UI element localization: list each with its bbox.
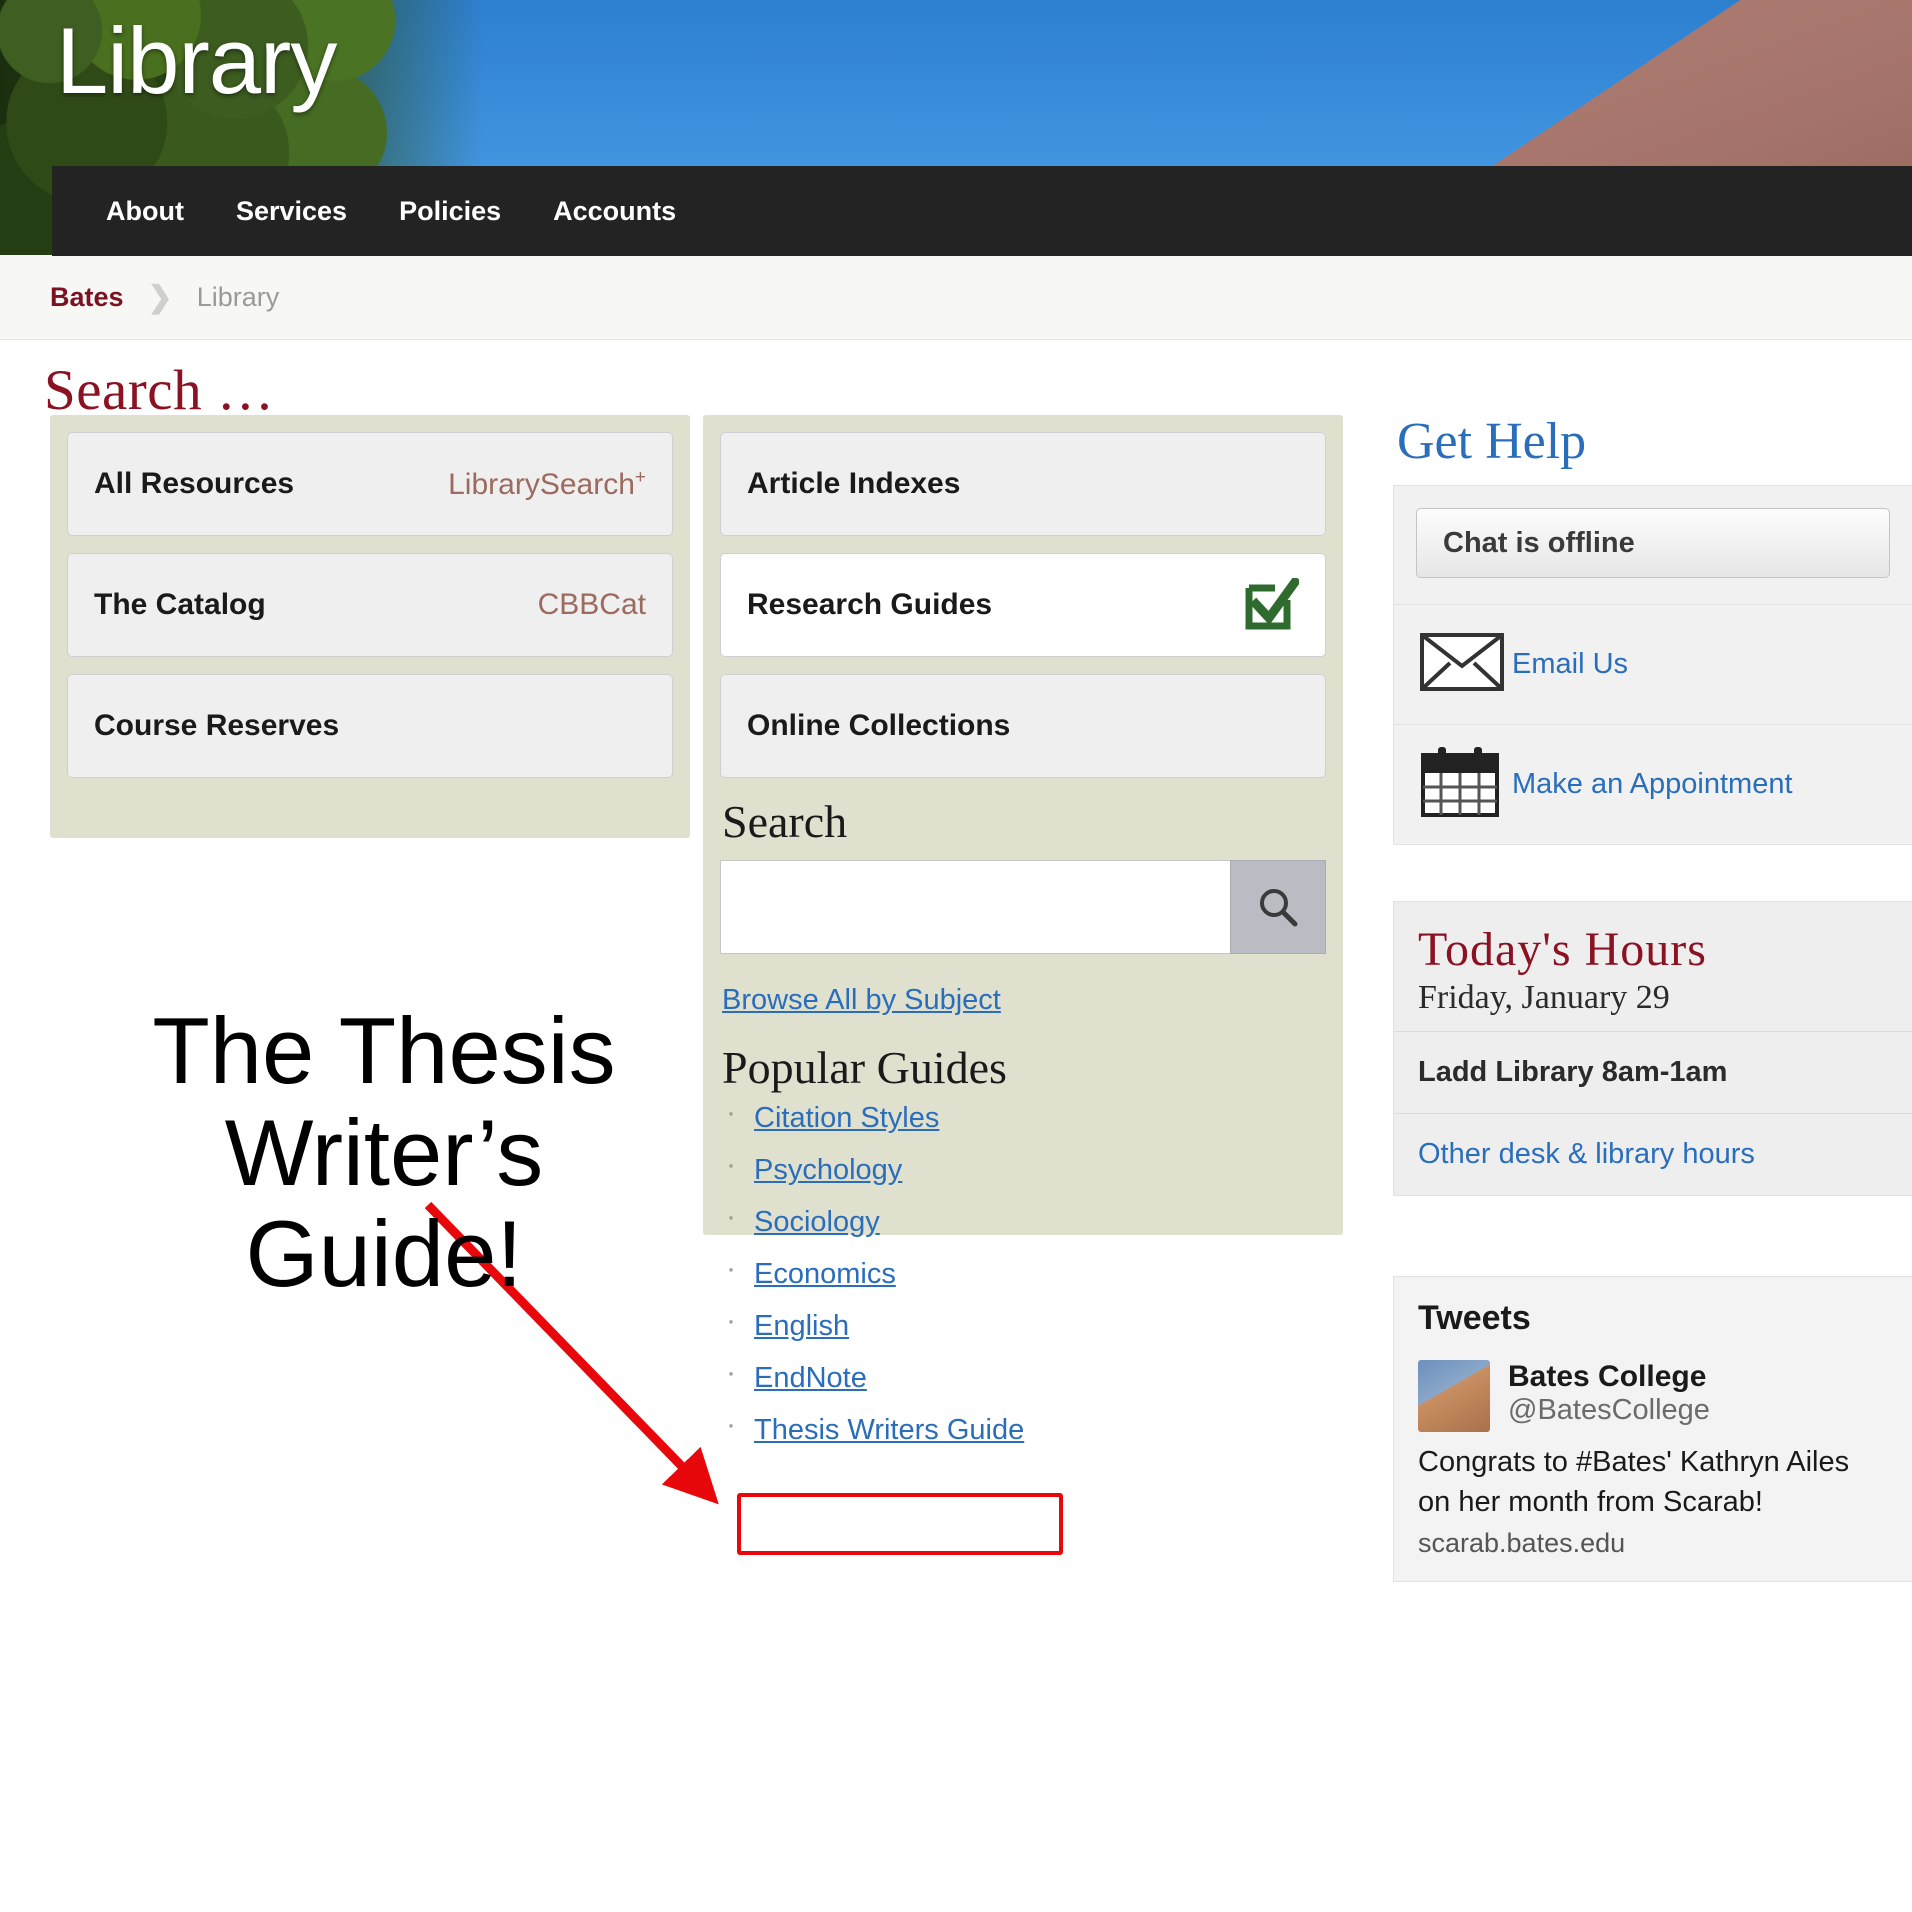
list-item: Sociology bbox=[726, 1200, 1326, 1239]
page-root: Library About Services Policies Accounts… bbox=[0, 0, 1912, 1912]
help-label: Email Us bbox=[1512, 648, 1629, 680]
nav-item-accounts[interactable]: Accounts bbox=[527, 196, 702, 227]
get-help-card: Chat is offline Email Us Make an Appoint… bbox=[1393, 485, 1912, 845]
page-title: Search … bbox=[44, 359, 275, 422]
main-navigation: About Services Policies Accounts bbox=[52, 166, 1912, 256]
todays-hours-card: Today's Hours Friday, January 29 Ladd Li… bbox=[1393, 901, 1912, 1196]
site-title: Library bbox=[56, 8, 337, 113]
plus-superscript: + bbox=[634, 466, 646, 488]
tile-sublabel: LibrarySearch+ bbox=[448, 467, 646, 502]
tile-label: Article Indexes bbox=[747, 467, 961, 500]
list-item: English bbox=[726, 1304, 1326, 1343]
guide-link-thesis-writers-guide[interactable]: Thesis Writers Guide bbox=[754, 1414, 1024, 1446]
tile-label: Research Guides bbox=[747, 588, 993, 621]
list-item: Thesis Writers Guide bbox=[726, 1408, 1326, 1447]
tile-course-reserves[interactable]: Course Reserves bbox=[67, 674, 673, 778]
annotation-line-2: Writer’s Guide! bbox=[224, 1099, 544, 1307]
chat-status-button[interactable]: Chat is offline bbox=[1416, 508, 1890, 578]
avatar bbox=[1418, 1360, 1490, 1432]
tweet-body: Congrats to #Bates' Kathryn Ailes on her… bbox=[1418, 1446, 1850, 1519]
hours-row-ladd-library: Ladd Library 8am-1am bbox=[1394, 1031, 1912, 1113]
tile-research-guides[interactable]: Research Guides bbox=[720, 553, 1326, 657]
breadcrumb: Bates ❯ Library bbox=[0, 255, 1912, 340]
nav-item-about[interactable]: About bbox=[80, 196, 210, 227]
nav-item-policies[interactable]: Policies bbox=[373, 196, 527, 227]
get-help-title: Get Help bbox=[1397, 413, 1587, 470]
list-item: EndNote bbox=[726, 1356, 1326, 1395]
tile-label: All Resources bbox=[94, 467, 295, 500]
breadcrumb-root-link[interactable]: Bates bbox=[50, 282, 124, 313]
search-input[interactable] bbox=[720, 860, 1230, 954]
popular-guides-list: Citation Styles Psychology Sociology Eco… bbox=[726, 1096, 1326, 1447]
tweet-item: Bates College @BatesCollege bbox=[1418, 1360, 1888, 1432]
chevron-right-icon: ❯ bbox=[147, 280, 173, 314]
help-label: Make an Appointment bbox=[1512, 768, 1793, 800]
annotation-line-1: The Thesis bbox=[152, 998, 616, 1103]
other-hours-link[interactable]: Other desk & library hours bbox=[1394, 1113, 1912, 1195]
list-item: Psychology bbox=[726, 1148, 1326, 1187]
tile-online-collections[interactable]: Online Collections bbox=[720, 674, 1326, 778]
help-row-email[interactable]: Email Us bbox=[1394, 604, 1912, 724]
nav-item-services[interactable]: Services bbox=[210, 196, 373, 227]
tile-all-resources[interactable]: All Resources LibrarySearch+ bbox=[67, 432, 673, 536]
search-form bbox=[720, 860, 1326, 954]
tweets-title: Tweets bbox=[1418, 1299, 1531, 1337]
tile-label: Course Reserves bbox=[94, 709, 340, 742]
tile-label: Online Collections bbox=[747, 709, 1011, 742]
tile-article-indexes[interactable]: Article Indexes bbox=[720, 432, 1326, 536]
tile-sublabel-text: LibrarySearch bbox=[448, 467, 635, 501]
popular-guides-title: Popular Guides bbox=[722, 1042, 1007, 1093]
search-icon bbox=[1260, 889, 1298, 927]
hours-header: Today's Hours Friday, January 29 bbox=[1394, 902, 1912, 1031]
tweet-url[interactable]: scarab.bates.edu bbox=[1418, 1528, 1888, 1559]
browse-all-by-subject-link[interactable]: Browse All by Subject bbox=[722, 984, 1001, 1017]
guide-link-economics[interactable]: Economics bbox=[754, 1258, 896, 1290]
breadcrumb-current: Library bbox=[196, 281, 280, 312]
list-item: Economics bbox=[726, 1252, 1326, 1291]
tweets-card: Tweets Bates College @BatesCollege Congr… bbox=[1393, 1276, 1912, 1583]
search-section-title: Search bbox=[722, 796, 848, 847]
guide-link-citation-styles[interactable]: Citation Styles bbox=[754, 1102, 939, 1134]
guides-panel: Article Indexes Research Guides Online C… bbox=[703, 415, 1343, 1446]
guide-link-psychology[interactable]: Psychology bbox=[754, 1154, 902, 1186]
hours-title: Today's Hours bbox=[1418, 923, 1707, 976]
list-item: Citation Styles bbox=[726, 1096, 1326, 1135]
tweet-author-name: Bates College bbox=[1508, 1360, 1707, 1393]
calendar-icon bbox=[1420, 745, 1512, 824]
hours-date: Friday, January 29 bbox=[1418, 979, 1670, 1016]
tweet-content: Bates College @BatesCollege bbox=[1508, 1360, 1710, 1432]
tweet-author-handle: @BatesCollege bbox=[1508, 1394, 1710, 1426]
right-sidebar: Get Help Chat is offline Email Us Make a… bbox=[1393, 413, 1912, 1583]
envelope-icon bbox=[1420, 633, 1512, 696]
guide-link-sociology[interactable]: Sociology bbox=[754, 1206, 880, 1238]
guide-link-endnote[interactable]: EndNote bbox=[754, 1362, 867, 1394]
tile-the-catalog[interactable]: The Catalog CBBCat bbox=[67, 553, 673, 657]
checked-box-icon bbox=[1245, 578, 1299, 632]
tile-sublabel: CBBCat bbox=[537, 588, 646, 621]
annotation-text: The Thesis Writer’s Guide! bbox=[84, 1000, 684, 1305]
chat-status-row: Chat is offline bbox=[1394, 486, 1912, 604]
search-resources-panel: All Resources LibrarySearch+ The Catalog… bbox=[50, 415, 690, 838]
tile-label: The Catalog bbox=[94, 588, 266, 621]
guide-link-english[interactable]: English bbox=[754, 1310, 849, 1342]
help-row-appointment[interactable]: Make an Appointment bbox=[1394, 724, 1912, 844]
search-submit-button[interactable] bbox=[1230, 860, 1326, 954]
